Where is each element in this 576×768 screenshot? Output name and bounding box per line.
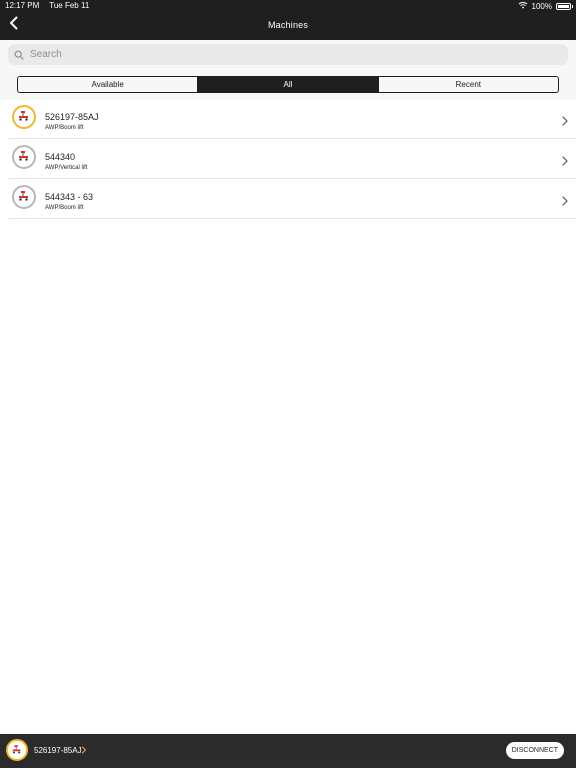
status-date: Tue Feb 11 <box>49 1 90 10</box>
machines-screen: 12:17 PM Tue Feb 11 100% Machines Search… <box>0 0 576 768</box>
battery-percent: 100% <box>531 1 552 11</box>
battery-icon <box>556 2 573 10</box>
filter-segmented-control: Available All Recent <box>17 76 559 93</box>
machine-type: AWP/Boom lift <box>45 125 84 131</box>
filter-area: Available All Recent <box>0 70 576 100</box>
page-title: Machines <box>267 20 309 30</box>
top-bar: 12:17 PM Tue Feb 11 100% Machines <box>0 0 576 40</box>
machine-id: 544340 <box>45 152 76 162</box>
machine-row[interactable]: 544343 - 63 AWP/Boom lift <box>9 179 576 219</box>
machine-id: 526197-85AJ <box>45 112 99 122</box>
search-area <box>0 40 576 70</box>
machine-icon <box>17 108 31 126</box>
machine-list: 526197-85AJ AWP/Boom lift 544340 AWP/Ver… <box>0 99 576 219</box>
segment-recent[interactable]: Recent <box>377 77 558 92</box>
segment-all[interactable]: All <box>197 77 378 92</box>
machine-row[interactable]: 544340 AWP/Vertical lift <box>9 139 576 179</box>
machine-avatar <box>12 105 36 129</box>
status-time: 12:17 PM <box>5 1 40 10</box>
disconnect-button[interactable]: DISCONNECT <box>505 742 564 759</box>
search-input[interactable] <box>28 48 532 61</box>
machine-icon <box>17 148 31 166</box>
status-bar-left: 12:17 PM Tue Feb 11 <box>5 1 89 10</box>
connected-machine-label[interactable]: 526197-85AJ <box>34 746 82 755</box>
chevron-right-icon <box>561 153 569 166</box>
machine-avatar <box>12 145 36 169</box>
chevron-right-icon <box>81 746 87 756</box>
machine-row[interactable]: 526197-85AJ AWP/Boom lift <box>9 99 576 139</box>
machine-avatar <box>12 185 36 209</box>
machine-id: 544343 - 63 <box>45 192 94 202</box>
machine-type: AWP/Boom lift <box>45 205 84 211</box>
chevron-right-icon <box>561 113 569 126</box>
connection-bar: 526197-85AJ DISCONNECT <box>0 734 576 768</box>
machine-icon <box>17 188 31 206</box>
status-bar-right: 100% <box>518 1 573 11</box>
machine-icon <box>11 741 23 759</box>
chevron-right-icon <box>561 193 569 206</box>
search-icon <box>12 48 26 62</box>
machine-type: AWP/Vertical lift <box>45 165 88 171</box>
wifi-icon <box>518 1 528 11</box>
connected-machine-avatar[interactable] <box>6 739 28 761</box>
segment-available[interactable]: Available <box>18 77 197 92</box>
search-field[interactable] <box>8 44 568 65</box>
